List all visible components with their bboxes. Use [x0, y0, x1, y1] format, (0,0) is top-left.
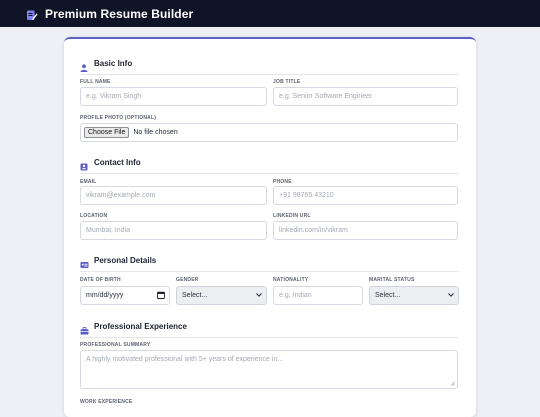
gender-select[interactable]: Select... [176, 286, 267, 305]
id-card-icon [80, 256, 89, 268]
linkedin-input[interactable]: linkedin.com/in/vikram [273, 221, 458, 240]
marital-status-label: MARITAL STATUS [369, 277, 415, 283]
chevron-down-icon [448, 292, 454, 299]
job-title-input[interactable]: e.g. Senior Software Engineer [273, 87, 458, 106]
nationality-input[interactable]: e.g. Indian [273, 286, 363, 305]
section-personal-details: Personal Details [80, 253, 459, 272]
briefcase-icon [80, 322, 89, 335]
linkedin-label: LINKEDIN URL [273, 213, 311, 219]
marital-status-value: Select... [375, 292, 401, 299]
section-basic-info: Basic Info [80, 56, 459, 75]
calendar-icon[interactable] [157, 291, 165, 301]
phone-label: PHONE [273, 179, 292, 185]
phone-input[interactable]: +91 98765 43210 [273, 186, 458, 205]
resume-form-card: Basic Info FULL NAME e.g. Vikram Singh J… [64, 37, 476, 417]
profile-photo-label: PROFILE PHOTO (OPTIONAL) [80, 115, 157, 121]
email-label: EMAIL [80, 179, 97, 185]
chevron-down-icon [256, 292, 262, 299]
full-name-input[interactable]: e.g. Vikram Singh [80, 87, 267, 106]
email-input[interactable]: vikram@example.com [80, 186, 267, 205]
location-input[interactable]: Mumbai, India [80, 221, 267, 240]
edit-document-icon [26, 8, 38, 20]
professional-summary-textarea[interactable]: A highly motivated professional with 5+ … [80, 350, 458, 389]
section-title: Contact Info [94, 157, 141, 167]
choose-file-button[interactable]: Choose File [84, 127, 130, 138]
dob-input[interactable]: mm/dd/yyyy [80, 286, 170, 305]
app-title: Premium Resume Builder [45, 6, 194, 21]
section-contact-info: Contact Info [80, 155, 459, 174]
section-title: Basic Info [94, 58, 133, 68]
job-title-label: JOB TITLE [273, 79, 301, 85]
section-title: Personal Details [94, 255, 157, 265]
location-label: LOCATION [80, 213, 108, 219]
gender-label: GENDER [176, 277, 199, 283]
user-icon [80, 59, 88, 72]
dob-label: DATE OF BIRTH [80, 277, 121, 283]
professional-summary-label: PROFESSIONAL SUMMARY [80, 342, 151, 348]
full-name-label: FULL NAME [80, 79, 111, 85]
marital-status-select[interactable]: Select... [369, 286, 459, 305]
dob-value: mm/dd/yyyy [86, 292, 124, 299]
file-status: No file chosen [133, 129, 178, 136]
nationality-label: NATIONALITY [273, 277, 309, 283]
resize-handle-icon[interactable] [450, 381, 455, 386]
work-experience-label: WORK EXPERIENCE [80, 399, 133, 405]
profile-photo-input[interactable]: Choose File No file chosen [80, 123, 458, 142]
section-professional-experience: Professional Experience [80, 319, 459, 338]
gender-value: Select... [182, 292, 208, 299]
section-title: Professional Experience [94, 321, 187, 331]
contact-card-icon [80, 158, 88, 171]
summary-placeholder: A highly motivated professional with 5+ … [86, 356, 284, 363]
app-header: Premium Resume Builder [0, 0, 540, 27]
